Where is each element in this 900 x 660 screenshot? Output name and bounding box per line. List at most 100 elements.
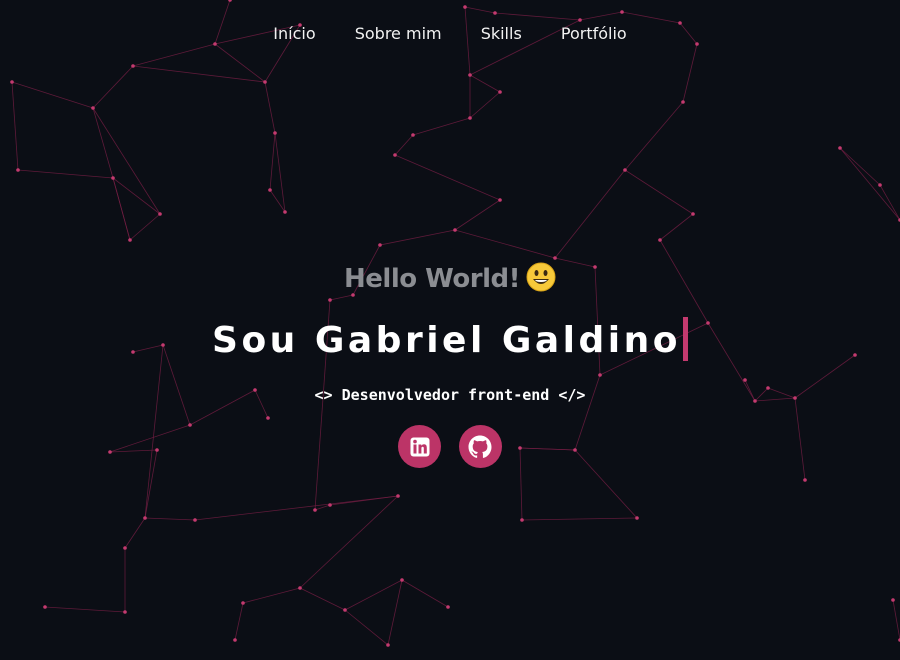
network-node xyxy=(10,80,14,84)
network-edge xyxy=(11,81,19,171)
typing-caret xyxy=(682,317,688,361)
network-node xyxy=(143,516,147,520)
network-edge xyxy=(554,169,626,259)
network-node xyxy=(396,494,400,498)
network-node xyxy=(16,168,20,172)
network-node xyxy=(386,643,390,647)
network-edge xyxy=(44,606,126,613)
network-node xyxy=(328,503,332,507)
network-edge xyxy=(112,177,161,215)
network-node xyxy=(233,638,237,642)
network-node xyxy=(493,11,497,15)
network-node xyxy=(681,100,685,104)
github-button[interactable] xyxy=(458,425,502,468)
network-node xyxy=(193,518,197,522)
network-edge xyxy=(11,81,94,109)
network-edge xyxy=(144,517,196,521)
social-links xyxy=(0,425,900,472)
network-edge xyxy=(17,169,114,179)
network-edge xyxy=(132,65,266,83)
network-edge xyxy=(92,107,114,179)
network-node xyxy=(263,80,267,84)
network-edge xyxy=(394,154,501,201)
network-node xyxy=(268,188,272,192)
network-node xyxy=(131,64,135,68)
network-edge xyxy=(379,229,456,246)
greeting-line: Hello World! xyxy=(0,262,900,296)
network-edge xyxy=(194,495,399,521)
role-subtitle: <> Desenvolvedor front-end </> xyxy=(314,386,586,404)
network-node xyxy=(446,605,450,609)
network-edge xyxy=(469,91,501,119)
network-edge xyxy=(92,107,161,215)
nav-item-inicio[interactable]: Início xyxy=(273,24,315,43)
network-edge xyxy=(132,43,216,67)
network-node xyxy=(878,183,882,187)
network-node xyxy=(128,238,132,242)
network-node xyxy=(400,578,404,582)
network-edge xyxy=(621,11,681,24)
network-edge xyxy=(454,199,501,231)
network-edge xyxy=(344,609,389,646)
network-node xyxy=(520,518,524,522)
nav-item-sobre-mim[interactable]: Sobre mim xyxy=(355,24,442,43)
network-edge xyxy=(469,74,501,93)
network-node xyxy=(553,256,557,260)
network-node xyxy=(891,598,895,602)
network-node xyxy=(620,10,624,14)
network-edge xyxy=(394,134,414,156)
network-node xyxy=(158,212,162,216)
network-edge xyxy=(624,101,684,171)
name-heading: Sou Gabriel Galdino xyxy=(0,317,900,364)
linkedin-button[interactable] xyxy=(398,425,442,468)
network-node xyxy=(498,198,502,202)
network-edge xyxy=(659,213,694,241)
network-edge xyxy=(214,43,266,83)
network-node xyxy=(393,153,397,157)
network-node xyxy=(228,0,232,2)
network-edge xyxy=(494,12,581,21)
main-navigation: Início Sobre mim Skills Portfólio xyxy=(0,24,900,43)
greeting-text: Hello World! xyxy=(344,264,520,294)
network-edge xyxy=(879,184,900,221)
network-node xyxy=(123,546,127,550)
github-icon xyxy=(468,435,492,458)
network-node xyxy=(803,478,807,482)
grinning-face-icon xyxy=(526,262,556,291)
nav-item-skills[interactable]: Skills xyxy=(481,24,522,43)
network-node xyxy=(635,516,639,520)
network-edge xyxy=(624,169,694,215)
network-edge xyxy=(682,43,698,103)
network-node xyxy=(111,176,115,180)
network-node xyxy=(298,586,302,590)
name-text: Sou Gabriel Galdino xyxy=(212,320,681,361)
network-edge xyxy=(299,587,346,611)
network-node xyxy=(468,116,472,120)
network-node xyxy=(283,210,287,214)
network-node xyxy=(91,106,95,110)
network-edge xyxy=(521,517,638,521)
network-edge xyxy=(124,517,146,549)
network-edge xyxy=(129,213,161,241)
network-node xyxy=(123,610,127,614)
network-edge xyxy=(112,177,131,241)
network-edge xyxy=(412,117,471,136)
network-node xyxy=(463,5,467,9)
network-edge xyxy=(269,132,276,191)
network-node xyxy=(343,608,347,612)
network-node xyxy=(43,605,47,609)
network-edge xyxy=(839,147,900,221)
network-edge xyxy=(454,229,556,259)
network-edge xyxy=(242,587,301,604)
network-node xyxy=(578,18,582,22)
hero-section: Hello World! Sou Gabriel Galdino <> Dese… xyxy=(0,262,900,472)
network-node xyxy=(411,133,415,137)
nav-item-portfolio[interactable]: Portfólio xyxy=(561,24,627,43)
network-edge xyxy=(344,579,403,611)
network-node xyxy=(468,73,472,77)
network-node xyxy=(838,146,842,150)
network-node xyxy=(691,212,695,216)
network-edge xyxy=(387,579,403,646)
network-edge xyxy=(234,602,244,641)
network-edge xyxy=(579,11,623,21)
